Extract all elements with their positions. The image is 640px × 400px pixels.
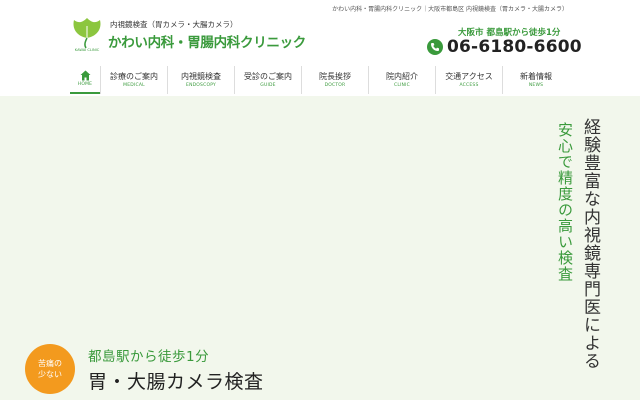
badge-line-2: 少ない <box>38 370 62 379</box>
phone-contact[interactable]: 06-6180-6600 <box>427 36 582 58</box>
nav-sub-label: CLINIC <box>393 82 410 88</box>
nav-label: 院長挨拶 <box>319 71 351 81</box>
nav-item-endoscopy[interactable]: 内視鏡検査 ENDOSCOPY <box>167 66 234 94</box>
nav-item-doctor[interactable]: 院長挨拶 DOCTOR <box>301 66 368 94</box>
nav-label: 院内紹介 <box>386 71 418 81</box>
nav-sub-label: GUIDE <box>260 82 276 88</box>
nav-label: 受診のご案内 <box>244 71 292 81</box>
nav-label: 新着情報 <box>520 71 552 81</box>
badge-line-1: 苦痛の <box>38 359 62 368</box>
hero-vertical-catch-green: 安心で精度の高い検査 <box>556 122 574 282</box>
hero-subtitle: 都島駅から徒歩1分 <box>88 349 210 365</box>
nav-sub-label: DOCTOR <box>324 82 346 88</box>
nav-sub-label: MEDICAL <box>123 82 145 88</box>
nav-item-home[interactable]: HOME <box>70 66 100 94</box>
home-icon <box>80 70 90 81</box>
logo-subtitle: 内視鏡検査（胃カメラ・大腸カメラ） <box>110 20 238 29</box>
nav-sub-label: ACCESS <box>459 82 479 88</box>
nav-sub-label: ENDOSCOPY <box>186 82 216 88</box>
clinic-logo[interactable]: KAWAI CLINIC 内視鏡検査（胃カメラ・大腸カメラ） かわい内科・胃腸内… <box>70 14 310 54</box>
nav-label: 診療のご案内 <box>110 71 158 81</box>
main-nav: HOME 診療のご案内 MEDICAL 内視鏡検査 ENDOSCOPY 受診のご… <box>70 66 570 94</box>
hero-vertical-catch-dark: 経験豊富な内視鏡専門医による <box>580 118 600 370</box>
painless-badge: 苦痛の 少ない <box>25 344 75 394</box>
phone-icon <box>427 39 443 55</box>
nav-label: 内視鏡検査 <box>181 71 221 81</box>
nav-item-clinic[interactable]: 院内紹介 CLINIC <box>368 66 435 94</box>
nav-item-medical[interactable]: 診療のご案内 MEDICAL <box>100 66 167 94</box>
nav-sub-label: NEWS <box>528 82 544 88</box>
logo-mark-text: KAWAI CLINIC <box>75 48 100 52</box>
ginkgo-leaf-icon: KAWAI CLINIC <box>73 18 101 52</box>
nav-item-news[interactable]: 新着情報 NEWS <box>502 66 569 94</box>
nav-item-guide[interactable]: 受診のご案内 GUIDE <box>234 66 301 94</box>
logo-clinic-name: かわい内科・胃腸内科クリニック <box>108 35 306 51</box>
hero-title: 胃・大腸カメラ検査 <box>88 371 264 393</box>
nav-sub-label: HOME <box>77 82 93 87</box>
phone-number: 06-6180-6600 <box>447 37 582 57</box>
nav-label: 交通アクセス <box>445 71 493 81</box>
site-tagline: かわい内科・胃腸内科クリニック｜大阪市都島区 内視鏡検査（胃カメラ・大腸カメラ） <box>332 6 568 13</box>
nav-item-access[interactable]: 交通アクセス ACCESS <box>435 66 502 94</box>
